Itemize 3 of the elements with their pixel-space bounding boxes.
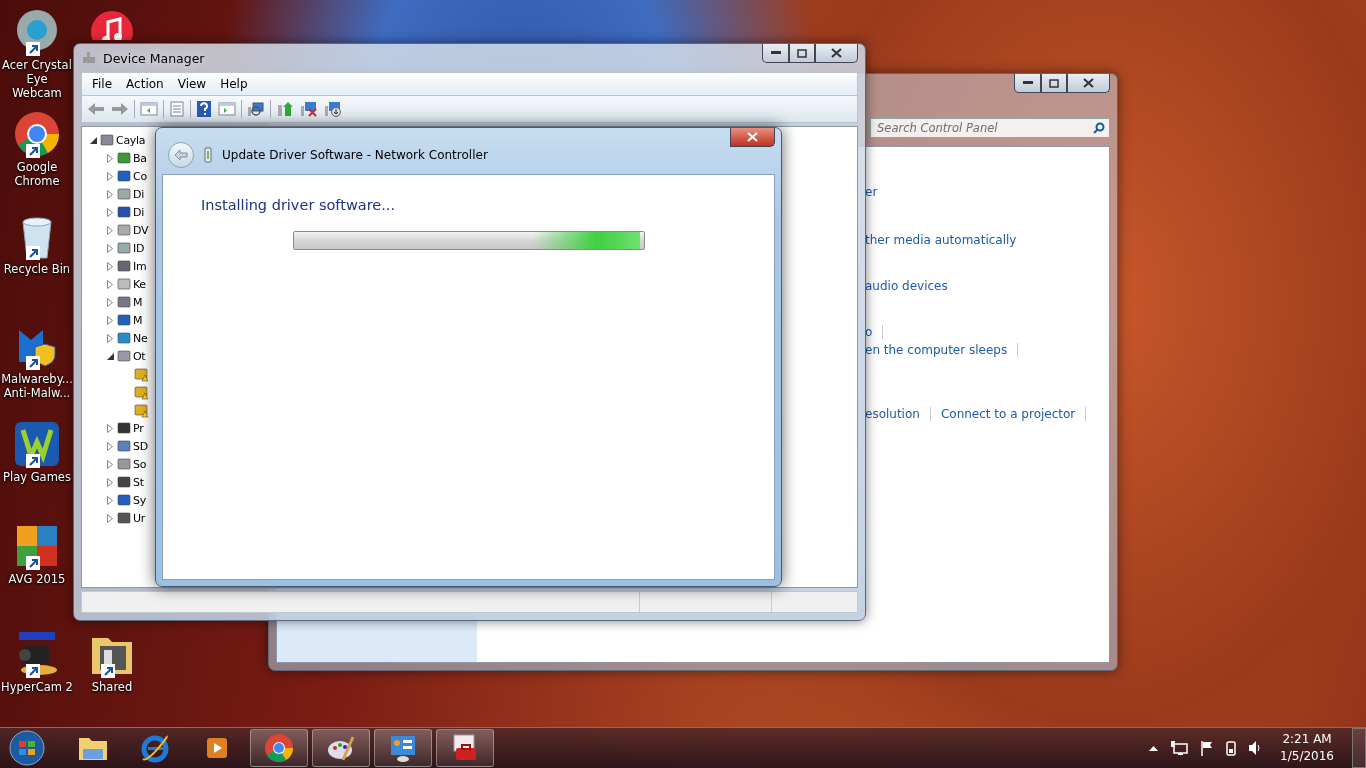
- window-title: Device Manager: [103, 50, 205, 66]
- dialog-title: Update Driver Software - Network Controller: [222, 148, 488, 162]
- status-heading: Installing driver software...: [201, 197, 397, 213]
